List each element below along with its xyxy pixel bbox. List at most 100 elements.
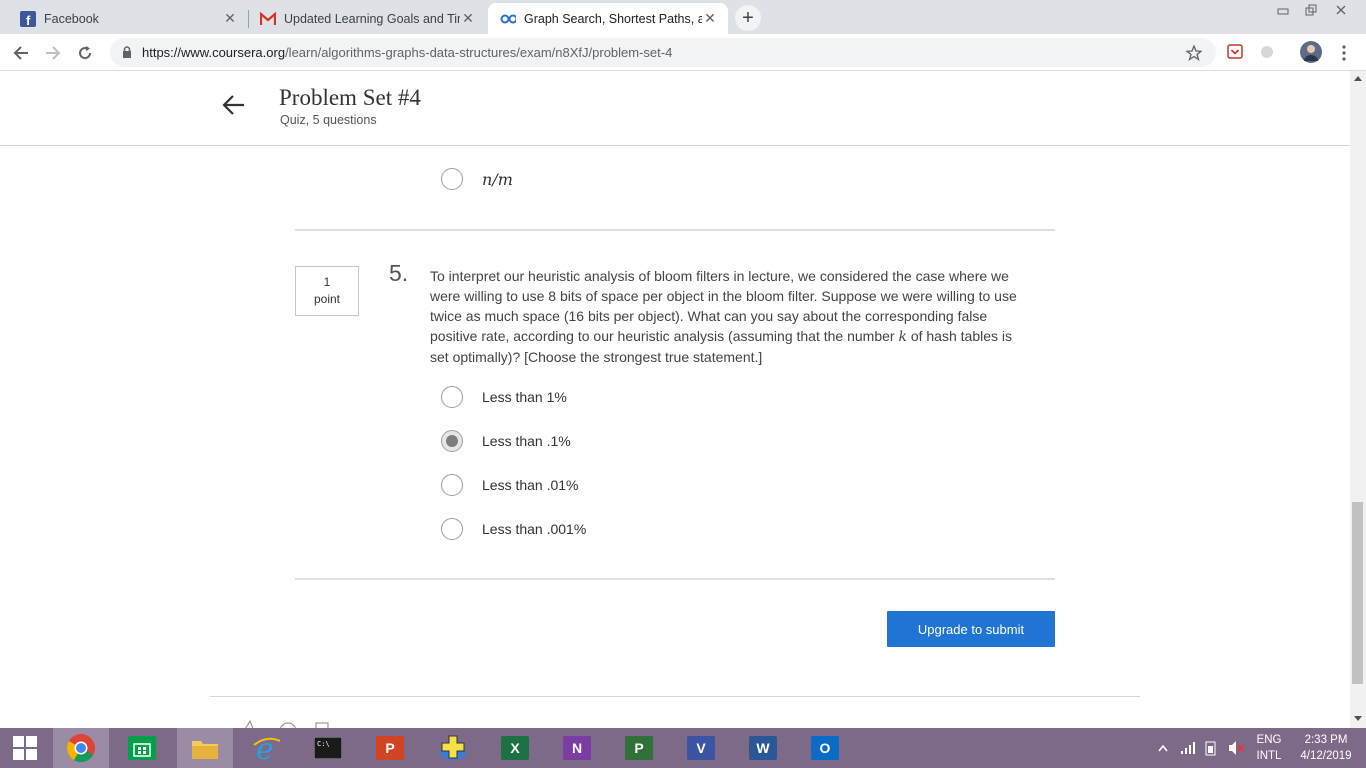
folder-icon	[192, 741, 218, 759]
tab-facebook[interactable]: f Facebook ✕	[8, 3, 248, 34]
footer-icons-partial[interactable]	[240, 719, 340, 728]
option-2-label[interactable]: Less than .1%	[482, 433, 571, 449]
option-2-radio[interactable]	[441, 430, 463, 452]
clock[interactable]: 2:33 PM 4/12/2019	[1292, 732, 1360, 764]
taskbar-command-prompt[interactable]: C:\	[300, 728, 356, 768]
taskbar-store[interactable]	[114, 728, 170, 768]
profile-icon	[1304, 45, 1318, 61]
powerpoint-icon: P	[376, 736, 404, 760]
bookmark-star-icon[interactable]	[1186, 45, 1202, 61]
window-close-icon[interactable]	[1326, 2, 1356, 18]
browser-tab-strip: f Facebook ✕ Updated Learning Goals and …	[0, 0, 1366, 34]
gmail-icon	[260, 11, 276, 27]
excel-icon: X	[501, 736, 529, 760]
network-icon[interactable]	[1180, 741, 1196, 755]
close-tab-icon[interactable]: ✕	[460, 10, 476, 27]
math-k: k	[898, 329, 907, 345]
new-tab-button[interactable]: +	[735, 5, 761, 31]
svg-text:f: f	[26, 13, 31, 27]
taskbar-internet-explorer[interactable]: e	[239, 728, 295, 768]
taskbar-visio[interactable]: V	[673, 728, 729, 768]
option-4-radio[interactable]	[441, 518, 463, 540]
taskbar-project[interactable]: P	[611, 728, 667, 768]
taskbar-onenote[interactable]: N	[549, 728, 605, 768]
quiz-subtitle: Quiz, 5 questions	[280, 113, 377, 127]
taskbar-game-app[interactable]	[425, 728, 481, 768]
address-bar[interactable]: https://www.coursera.org/learn/algorithm…	[110, 38, 1216, 67]
question-divider	[295, 229, 1055, 231]
tab-coursera[interactable]: Graph Search, Shortest Paths, and ✕	[488, 3, 728, 34]
pocket-extension-icon[interactable]	[1227, 44, 1243, 60]
option-1-label[interactable]: Less than 1%	[482, 389, 567, 405]
project-icon: P	[625, 736, 653, 760]
taskbar-excel[interactable]: X	[487, 728, 543, 768]
command-prompt-icon: C:\	[314, 737, 342, 759]
language-indicator[interactable]: ENG INTL	[1252, 732, 1286, 764]
avatar[interactable]	[1300, 41, 1322, 63]
taskbar-chrome[interactable]	[53, 728, 109, 768]
start-button[interactable]	[0, 728, 50, 768]
taskbar-outlook[interactable]: O	[797, 728, 853, 768]
option-4-label[interactable]: Less than .001%	[482, 521, 586, 537]
restore-icon[interactable]	[1298, 2, 1324, 18]
taskbar-file-explorer[interactable]	[177, 728, 233, 768]
prev-option-label: n/m	[482, 170, 513, 189]
page-title: Problem Set #4	[279, 85, 421, 110]
upgrade-to-submit-button[interactable]: Upgrade to submit	[887, 611, 1055, 647]
store-icon	[128, 736, 156, 760]
arrow-right-icon	[46, 46, 61, 60]
svg-text:e: e	[256, 733, 274, 763]
option-1-radio[interactable]	[441, 386, 463, 408]
game-app-icon	[440, 735, 466, 760]
show-hidden-icons-icon[interactable]	[1158, 744, 1168, 752]
option-3-radio[interactable]	[441, 474, 463, 496]
scroll-down-icon[interactable]	[1354, 716, 1362, 722]
reload-button[interactable]	[72, 40, 98, 66]
clock-date: 4/12/2019	[1300, 750, 1352, 762]
url-text[interactable]: https://www.coursera.org/learn/algorithm…	[142, 45, 672, 60]
facebook-icon: f	[20, 10, 36, 27]
tab-gmail[interactable]: Updated Learning Goals and Tim ✕	[248, 3, 486, 34]
forward-button[interactable]	[40, 40, 66, 66]
taskbar-powerpoint[interactable]: P	[362, 728, 418, 768]
back-button[interactable]	[8, 40, 34, 66]
windows-logo-icon	[13, 736, 37, 760]
url-path: /learn/algorithms-graphs-data-structures…	[285, 45, 673, 60]
clock-time: 2:33 PM	[1304, 734, 1348, 746]
option-3-label[interactable]: Less than .01%	[482, 477, 579, 493]
battery-icon[interactable]	[1203, 740, 1219, 756]
close-tab-icon[interactable]: ✕	[702, 10, 718, 27]
prev-question-radio[interactable]	[441, 168, 463, 190]
points-value: 1	[323, 275, 331, 289]
scrollbar-thumb[interactable]	[1352, 502, 1363, 684]
page-content: n/m 1 point 5. To interpret our heuristi…	[0, 71, 1350, 728]
outlook-icon: O	[811, 736, 839, 760]
browser-menu-icon[interactable]	[1336, 43, 1352, 63]
tab-title: Facebook	[44, 11, 99, 26]
word-icon: W	[749, 736, 777, 760]
tab-title: Graph Search, Shortest Paths, and	[524, 11, 702, 26]
taskbar-word[interactable]: W	[735, 728, 791, 768]
visio-icon: V	[687, 736, 715, 760]
scroll-up-icon[interactable]	[1354, 75, 1362, 81]
lock-icon	[123, 46, 131, 58]
question-text: To interpret our heuristic analysis of b…	[430, 266, 1020, 367]
minimize-icon[interactable]	[1270, 2, 1296, 18]
back-to-course-button[interactable]	[220, 91, 248, 119]
volume-muted-icon[interactable]	[1227, 740, 1245, 756]
chrome-icon	[67, 734, 95, 762]
windows-taskbar: e C:\ P X N P V W O ENG INTL 2:33 PM 4/1…	[0, 728, 1366, 768]
tab-title: Updated Learning Goals and Tim	[284, 11, 460, 26]
extension-circle-icon[interactable]	[1259, 44, 1275, 60]
browser-toolbar: https://www.coursera.org/learn/algorithm…	[0, 34, 1366, 71]
keyboard-layout: INTL	[1256, 750, 1282, 762]
reload-icon	[79, 46, 92, 60]
close-tab-icon[interactable]: ✕	[222, 10, 238, 27]
svg-text:C:\: C:\	[317, 740, 330, 748]
footer-divider	[210, 696, 1140, 697]
quiz-header: Problem Set #4 Quiz, 5 questions	[0, 71, 1350, 146]
points-badge: 1 point	[295, 266, 359, 316]
question-number: 5.	[389, 260, 409, 286]
url-host: https://www.coursera.org	[142, 45, 286, 60]
onenote-icon: N	[563, 736, 591, 760]
